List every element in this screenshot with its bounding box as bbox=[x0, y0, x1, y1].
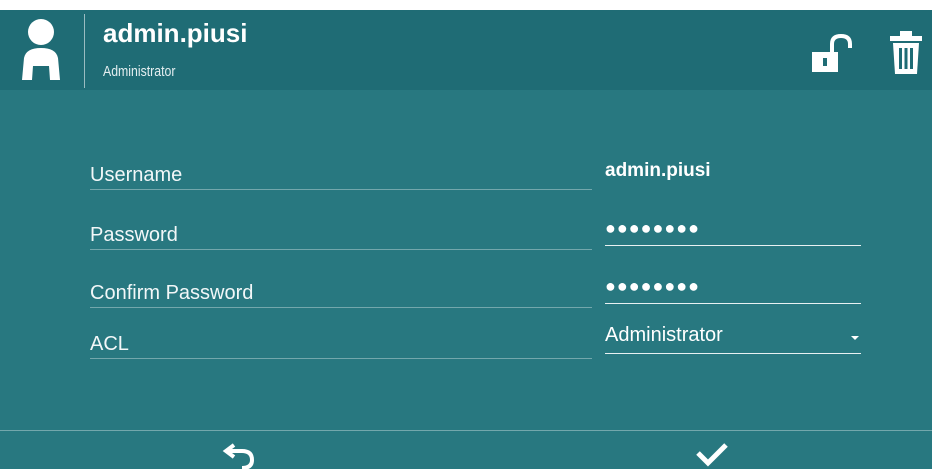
unlock-icon bbox=[812, 33, 852, 72]
password-field[interactable]: ●●●●●●●● bbox=[605, 218, 861, 246]
username-value: admin.piusi bbox=[605, 160, 711, 181]
delete-user-button[interactable] bbox=[888, 30, 924, 76]
unlock-button[interactable] bbox=[810, 33, 854, 74]
header-divider bbox=[84, 14, 85, 88]
chevron-down-icon bbox=[851, 336, 859, 340]
undo-icon bbox=[222, 443, 255, 470]
user-role-subtitle: Administrator bbox=[103, 63, 176, 80]
password-label: Password bbox=[90, 224, 592, 250]
username-label: Username bbox=[90, 164, 592, 190]
user-name-title: admin.piusi bbox=[103, 18, 248, 48]
trash-icon bbox=[890, 31, 922, 74]
undo-button[interactable] bbox=[222, 439, 258, 470]
action-bar bbox=[0, 430, 932, 470]
user-avatar-icon bbox=[22, 19, 60, 80]
acl-selected-value: Administrator bbox=[605, 324, 723, 346]
checkmark-icon bbox=[696, 443, 728, 467]
user-form: Username admin.piusi Password ●●●●●●●● C… bbox=[0, 90, 932, 430]
user-edit-panel: admin.piusi Administrator Username admin… bbox=[0, 0, 933, 470]
confirm-password-field[interactable]: ●●●●●●●● bbox=[605, 276, 861, 304]
confirm-password-label: Confirm Password bbox=[90, 282, 592, 308]
user-header: admin.piusi Administrator bbox=[0, 10, 932, 90]
avatar bbox=[0, 10, 82, 90]
acl-select[interactable]: Administrator bbox=[605, 324, 861, 354]
acl-label: ACL bbox=[90, 333, 592, 359]
confirm-button[interactable] bbox=[694, 439, 730, 469]
